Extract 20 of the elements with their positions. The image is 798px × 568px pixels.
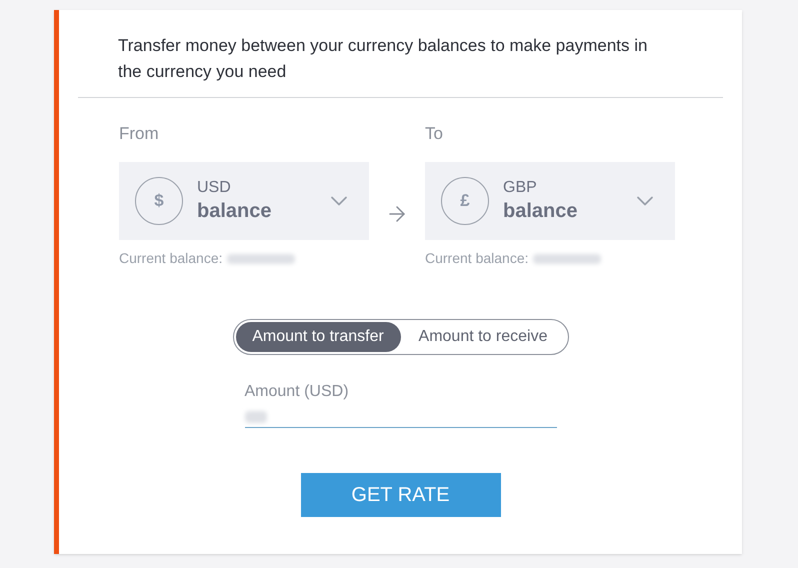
account-heading: To: [425, 123, 443, 145]
currency-select[interactable]: £ GBP balance: [425, 162, 675, 240]
intro-text: Transfer money between your currency balances to make payments in the currency you need: [118, 35, 648, 83]
balance-label: Current balance:: [425, 249, 529, 268]
redacted-value-drawing: [244, 411, 266, 423]
currency-select[interactable]: $ USD balance: [119, 162, 369, 240]
currency-label: balance: [503, 199, 578, 224]
currency-label: balance: [197, 199, 272, 224]
currency-symbol: $: [135, 177, 183, 225]
account-heading: From: [119, 123, 159, 145]
balance-label: Current balance:: [119, 249, 223, 268]
redacted-value-drawing: [532, 254, 601, 264]
currency-code: USD: [197, 178, 231, 198]
currency-code: GBP: [503, 178, 537, 198]
mode-tab[interactable]: Amount to transfer: [236, 322, 400, 352]
get-rate-button[interactable]: GET RATE: [300, 473, 500, 517]
mode-tab[interactable]: Amount to receive: [400, 322, 566, 352]
currency-symbol: £: [441, 177, 489, 225]
redacted-value-drawing: [226, 254, 295, 264]
amount-field[interactable]: Amount (USD): [244, 379, 556, 428]
